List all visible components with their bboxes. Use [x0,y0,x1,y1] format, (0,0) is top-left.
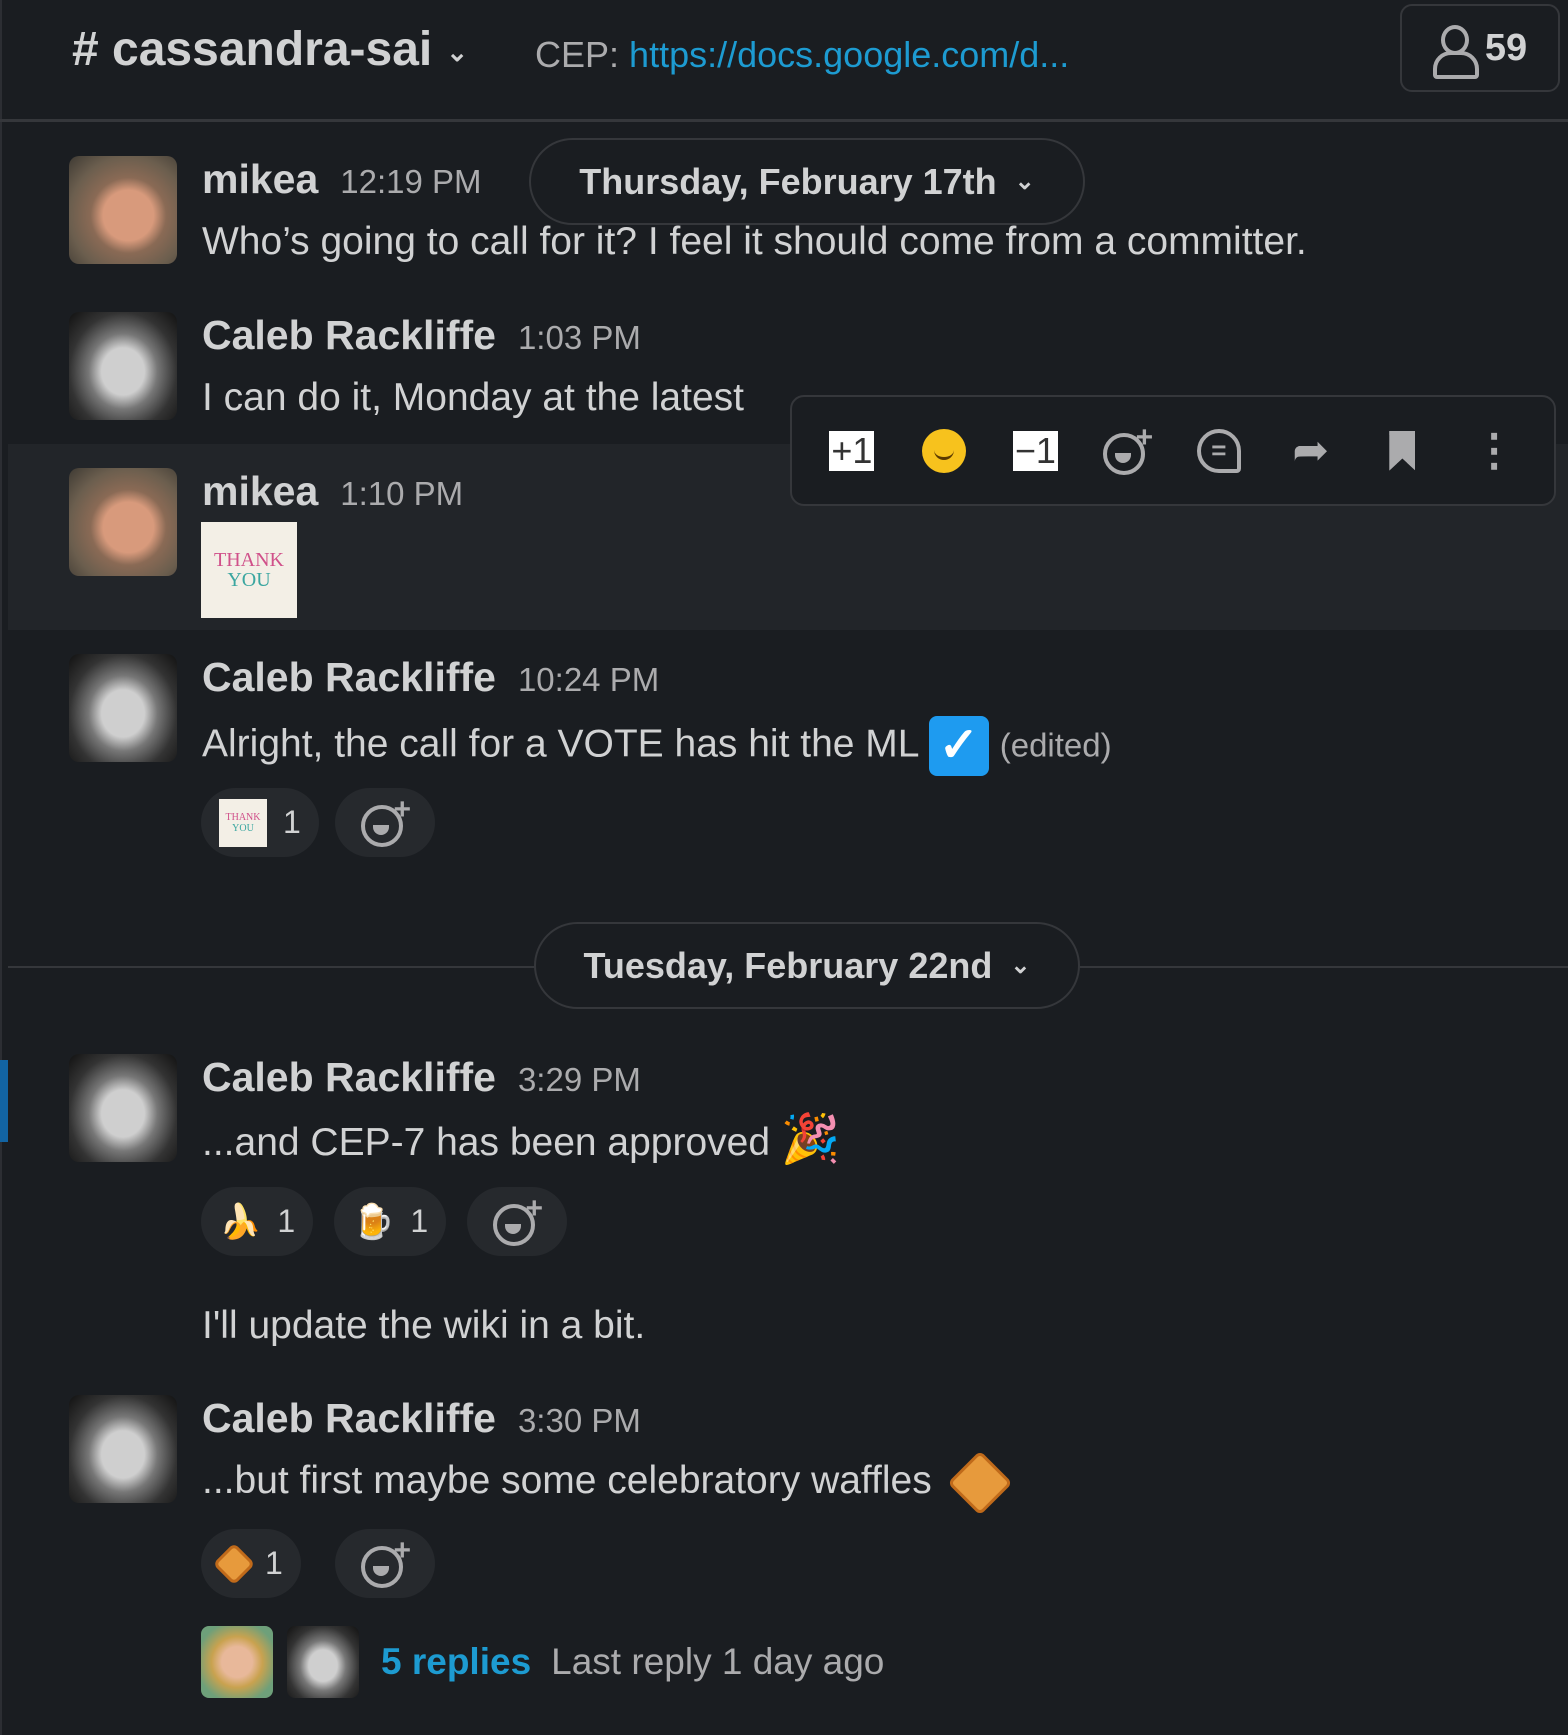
thank-you-emoji: THANK YOU [219,798,267,847]
reaction-thank-you[interactable]: THANK YOU 1 [201,788,319,857]
channel-topic: CEP: https://docs.google.com/d... [535,34,1069,76]
avatar[interactable] [69,654,177,762]
slightly-smiling-emoji [921,428,966,473]
reaction-beer[interactable]: 🍺 1 [334,1187,447,1256]
topic-prefix: CEP: [535,34,620,75]
minus-one-reaction-button[interactable]: −1 [1009,425,1061,477]
message-text: I can do it, Monday at the latest [202,376,744,419]
message-text: ...and CEP-7 has been approved 🎉 [202,1116,841,1165]
reply-in-thread-button[interactable]: = [1193,425,1245,477]
smile-reaction-button[interactable] [918,425,970,477]
message-header: Caleb Rackliffe 10:24 PM [202,654,659,701]
author-name[interactable]: Caleb Rackliffe [202,312,496,358]
message-header: Caleb Rackliffe 3:30 PM [202,1395,641,1442]
person-icon [1432,25,1479,79]
sticker-line: THANK [214,549,284,571]
add-reaction-button[interactable]: + [335,788,435,857]
add-reaction-icon: + [491,1193,543,1248]
message-text: Alright, the call for a VOTE has hit the… [202,716,1112,776]
chevron-down-icon: ⌄ [446,36,469,67]
unread-indicator [0,1060,8,1142]
add-reaction-icon: + [1101,422,1153,477]
bookmark-icon [1389,430,1416,471]
thank-you-sticker[interactable]: THANK YOU [201,522,297,618]
date-divider-pill[interactable]: Tuesday, February 22nd ⌄ [534,922,1080,1009]
reaction-waffle[interactable]: 1 [201,1529,301,1598]
author-name[interactable]: Caleb Rackliffe [202,1395,496,1441]
sticker-line: YOU [232,822,254,834]
channel-name-button[interactable]: # cassandra-sai ⌄ [72,22,468,77]
message-header: Caleb Rackliffe 1:03 PM [202,312,641,359]
thread-replies-link[interactable]: 5 replies [381,1641,531,1683]
author-name[interactable]: mikea [202,156,318,202]
member-count: 59 [1484,26,1528,69]
timestamp[interactable]: 3:30 PM [518,1402,641,1439]
tada-emoji: 🎉 [780,1113,841,1166]
message-text: Who’s going to call for it? I feel it sh… [202,220,1307,263]
channel-name: # cassandra-sai [72,23,433,76]
add-reaction-button[interactable]: + [467,1187,567,1256]
white-check-mark-emoji: ✓ [928,716,989,776]
add-reaction-button[interactable]: + [335,1529,435,1598]
message-header: mikea 1:10 PM [202,468,463,515]
avatar[interactable] [69,156,177,264]
edited-label: (edited) [999,726,1112,764]
add-reaction-button[interactable]: + [1101,422,1153,477]
message-body: ...and CEP-7 has been approved [202,1121,771,1164]
reaction-count: 1 [277,1203,296,1239]
beer-emoji: 🍺 [352,1202,395,1241]
avatar[interactable] [69,468,177,576]
chevron-down-icon: ⌄ [1010,952,1031,979]
timestamp[interactable]: 1:03 PM [518,319,641,356]
sticker-line: THANK [225,811,261,823]
message-text: I'll update the wiki in a bit. [202,1304,646,1347]
dancing-banana-emoji: 🍌 [219,1202,262,1241]
avatar[interactable] [69,312,177,420]
message-text: ...but first maybe some celebratory waff… [202,1450,1013,1516]
save-button[interactable] [1376,425,1428,477]
reaction-count: 1 [410,1203,429,1239]
last-reply-text: Last reply 1 day ago [551,1641,885,1682]
more-actions-button[interactable]: ⋮ [1468,425,1520,477]
message-body: ...but first maybe some celebratory waff… [202,1459,932,1502]
share-icon: ➦ [1292,426,1330,475]
minus-one-emoji: −1 [1012,429,1058,471]
timestamp[interactable]: 3:29 PM [518,1061,641,1098]
plus-one-reaction-button[interactable]: +1 [826,425,878,477]
author-name[interactable]: Caleb Rackliffe [202,654,496,700]
reaction-count: 1 [265,1545,283,1581]
avatar[interactable] [69,1054,177,1162]
sticker-line: YOU [227,569,271,591]
thread-summary[interactable]: 5 replies Last reply 1 day ago [201,1626,884,1698]
waffle-emoji [212,1542,256,1585]
message-header: Caleb Rackliffe 3:29 PM [202,1054,641,1101]
timestamp[interactable]: 10:24 PM [518,661,659,698]
message-header: mikea 12:19 PM [202,156,482,203]
message-actions-toolbar: +1 −1 + = ➦ ⋮ [790,395,1556,506]
timestamp[interactable]: 12:19 PM [340,163,481,200]
reaction-count: 1 [283,804,301,840]
share-button[interactable]: ➦ [1285,425,1337,477]
message-body: Alright, the call for a VOTE has hit the… [202,722,919,766]
members-button[interactable]: 59 [1400,4,1560,92]
left-border [0,0,8,1735]
reply-thread-icon: = [1196,428,1241,473]
chevron-down-icon: ⌄ [1014,168,1035,195]
author-name[interactable]: mikea [202,468,318,514]
date-label: Tuesday, February 22nd [583,944,993,986]
more-actions-icon: ⋮ [1472,425,1517,475]
avatar[interactable] [69,1395,177,1503]
topic-link[interactable]: https://docs.google.com/d... [629,34,1069,75]
add-reaction-icon: + [359,1535,411,1590]
thread-participant-avatar [287,1626,359,1698]
thread-participant-avatar [201,1626,273,1698]
date-label: Thursday, February 17th [579,160,997,202]
date-divider-pill[interactable]: Thursday, February 17th ⌄ [529,138,1085,225]
add-reaction-icon: + [359,794,411,849]
reaction-dancing-banana[interactable]: 🍌 1 [201,1187,314,1256]
timestamp[interactable]: 1:10 PM [340,475,463,512]
plus-one-emoji: +1 [829,429,875,471]
waffle-emoji [947,1450,1013,1516]
author-name[interactable]: Caleb Rackliffe [202,1054,496,1100]
